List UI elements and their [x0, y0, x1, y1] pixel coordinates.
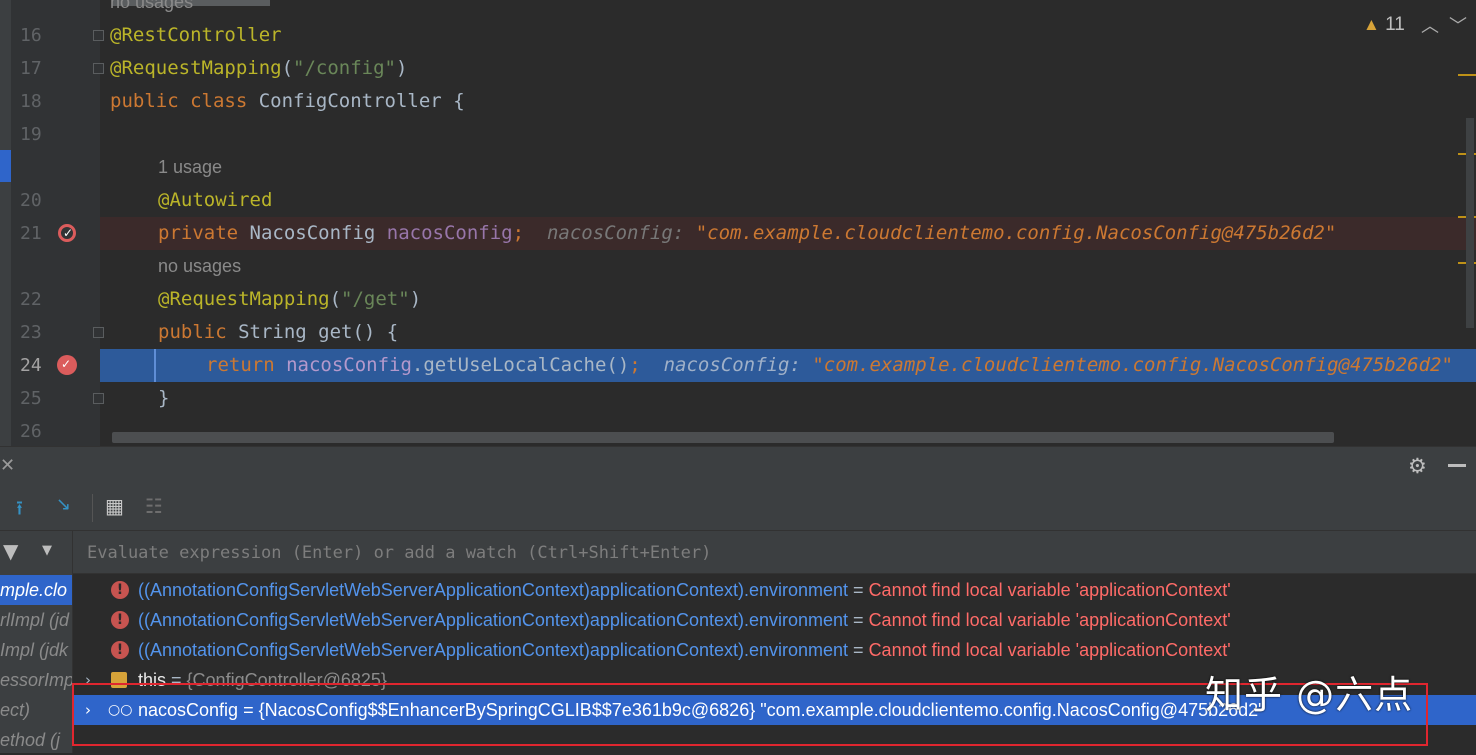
frame-item[interactable]: ethod (j	[0, 725, 72, 755]
debug-toolbar: ⭱ ↘ ▦ ☷ ▤	[0, 486, 1476, 559]
minimize-icon[interactable]	[1448, 464, 1466, 467]
watermark: 知乎 @六点	[1205, 673, 1414, 717]
text-caret	[154, 349, 156, 382]
evaluate-expression-input[interactable]	[85, 539, 1389, 567]
watch-expression: ((AnnotationConfigServletWebServerApplic…	[138, 610, 849, 630]
usage-hint-top: no usages	[110, 0, 194, 12]
code-line-23: public String get() {	[158, 321, 399, 343]
watch-input-bar: + ▼	[73, 531, 1476, 574]
code-line-16: @RestController	[110, 24, 282, 46]
field-watchpoint-icon[interactable]: ✓	[58, 224, 76, 242]
horizontal-scrollbar[interactable]	[112, 432, 1334, 443]
error-icon: !	[111, 581, 129, 599]
fold-marker[interactable]	[93, 30, 104, 41]
fold-marker[interactable]	[93, 393, 104, 404]
trace-icon[interactable]: ☷	[145, 494, 163, 518]
error-icon: !	[111, 641, 129, 659]
usage-hint[interactable]: no usages	[158, 250, 241, 283]
code-line-18: public class ConfigController {	[110, 90, 465, 112]
code-line-17: @RequestMapping("/config")	[110, 57, 408, 79]
filter-icon[interactable]: ▼	[3, 539, 18, 563]
error-stripe-mark[interactable]	[1458, 74, 1476, 76]
frame-item[interactable]: essorImp	[0, 665, 72, 695]
watch-row[interactable]: ! ((AnnotationConfigServletWebServerAppl…	[73, 605, 1476, 635]
fold-marker[interactable]	[93, 327, 104, 338]
chevron-down-icon[interactable]: ﹀	[1449, 12, 1467, 38]
editor-gutter	[0, 0, 100, 446]
error-icon: !	[111, 611, 129, 629]
watch-error: Cannot find local variable 'applicationC…	[868, 610, 1231, 630]
line-number: 26	[20, 421, 42, 442]
debug-panel-header: ✕ ⚙	[0, 446, 1476, 487]
code-line-21: private NacosConfig nacosConfig; nacosCo…	[158, 222, 1337, 244]
watch-error: Cannot find local variable 'applicationC…	[868, 580, 1231, 600]
line-number: 23	[20, 322, 42, 343]
line-number: 16	[20, 25, 42, 46]
watch-row[interactable]: ! ((AnnotationConfigServletWebServerAppl…	[73, 575, 1476, 605]
vertical-scrollbar[interactable]	[1466, 118, 1474, 328]
toolbar-separator	[92, 494, 93, 522]
evaluate-expression-icon[interactable]: ▦	[105, 494, 124, 518]
watch-expression: ((AnnotationConfigServletWebServerApplic…	[138, 640, 849, 660]
code-line-25: }	[158, 387, 170, 409]
breakpoint-icon[interactable]: ✓	[57, 355, 77, 375]
code-line-20: @Autowired	[158, 189, 273, 211]
line-number: 19	[20, 124, 42, 145]
line-number: 20	[20, 190, 42, 211]
frame-item[interactable]: rlImpl (jd	[0, 605, 72, 635]
close-icon[interactable]: ✕	[0, 455, 15, 476]
watch-error: Cannot find local variable 'applicationC…	[868, 640, 1231, 660]
usage-hint[interactable]: 1 usage	[158, 151, 222, 184]
gear-icon[interactable]: ⚙	[1408, 454, 1427, 478]
line-number: 25	[20, 388, 42, 409]
line-number: 22	[20, 289, 42, 310]
line-number-current: 24	[20, 355, 42, 376]
frames-list: ▼ ▼ mple.clo rlImpl (jd Impl (jdk essorI…	[0, 531, 73, 753]
line-number: 17	[20, 58, 42, 79]
chevron-down-icon[interactable]: ▼	[42, 543, 52, 558]
frames-filter[interactable]: ▼ ▼	[0, 535, 72, 569]
chevron-up-icon[interactable]: ︿	[1421, 12, 1439, 38]
code-editor[interactable]: no usages 16 17 18 19 20 21 22 23 24 25 …	[0, 0, 1476, 446]
watch-expression: ((AnnotationConfigServletWebServerApplic…	[138, 580, 849, 600]
warnings-indicator[interactable]: ▲ 11	[1363, 14, 1405, 36]
code-line-24: return nacosConfig.getUseLocalCache(); n…	[206, 354, 1453, 376]
code-line-22: @RequestMapping("/get")	[158, 288, 422, 310]
gutter-strip	[0, 0, 11, 446]
frame-item[interactable]: Impl (jdk	[0, 635, 72, 665]
run-to-cursor-icon[interactable]: ↘	[56, 494, 71, 515]
line-number: 21	[20, 223, 42, 244]
fold-marker[interactable]	[93, 63, 104, 74]
watch-row[interactable]: ! ((AnnotationConfigServletWebServerAppl…	[73, 635, 1476, 665]
frame-item[interactable]: ect)	[0, 695, 72, 725]
gutter-strip-marker	[0, 150, 11, 182]
frame-item[interactable]: mple.clo	[0, 575, 72, 605]
line-number: 18	[20, 91, 42, 112]
step-out-icon[interactable]: ⭱	[16, 494, 23, 528]
warning-triangle-icon: ▲	[1363, 15, 1380, 34]
